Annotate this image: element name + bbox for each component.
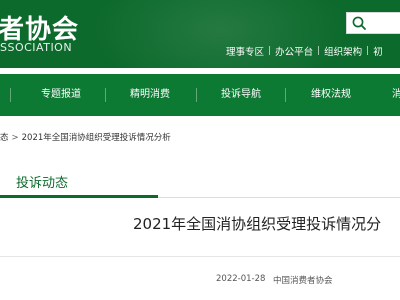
nav-divider [285, 88, 286, 102]
top-links: 理事专区 | 办公平台 | 组织架构 | 初 [226, 44, 383, 58]
top-link-separator: | [317, 46, 321, 56]
nav-item-smart-consumption[interactable]: 精明消费 [130, 74, 170, 116]
article-date: 2022-01-28 [216, 274, 266, 284]
section-title: 投诉动态 [16, 176, 69, 191]
section-title-underline [0, 195, 158, 198]
top-link-office-platform[interactable]: 办公平台 [275, 44, 313, 58]
site-logo-english[interactable]: SSOCIATION [0, 41, 72, 54]
site-header: 者协会 SSOCIATION 理事专区 | 办公平台 | 组织架构 | 初 [0, 0, 400, 68]
article-source: 中国消费者协会 [273, 276, 333, 286]
nav-divider [105, 88, 106, 102]
nav-divider [10, 88, 11, 102]
main-navigation: 专题报道 精明消费 投诉导航 维权法规 消 [0, 74, 400, 116]
search-input[interactable] [346, 12, 400, 34]
breadcrumb-parent[interactable]: 态 [0, 133, 9, 143]
nav-divider [196, 88, 197, 102]
nav-item-rights-regulations[interactable]: 维权法规 [311, 74, 351, 116]
top-link-organization[interactable]: 组织架构 [324, 44, 362, 58]
top-link-separator: | [268, 46, 272, 56]
breadcrumb: 态 >2021年全国消协组织受理投诉情况分析 [0, 131, 171, 143]
nav-item-complaint-guide[interactable]: 投诉导航 [221, 74, 261, 116]
breadcrumb-current: 2021年全国消协组织受理投诉情况分析 [21, 133, 171, 143]
top-link-more[interactable]: 初 [373, 44, 383, 58]
breadcrumb-separator: > [11, 133, 19, 143]
nav-item-more[interactable]: 消 [392, 74, 400, 116]
top-link-member-area[interactable]: 理事专区 [226, 44, 264, 58]
top-link-separator: | [366, 46, 370, 56]
article-title: 2021年全国消协组织受理投诉情况分 [133, 215, 382, 233]
article-title-divider [0, 256, 400, 257]
nav-item-special-reports[interactable]: 专题报道 [41, 74, 81, 116]
search-icon[interactable] [351, 15, 367, 31]
